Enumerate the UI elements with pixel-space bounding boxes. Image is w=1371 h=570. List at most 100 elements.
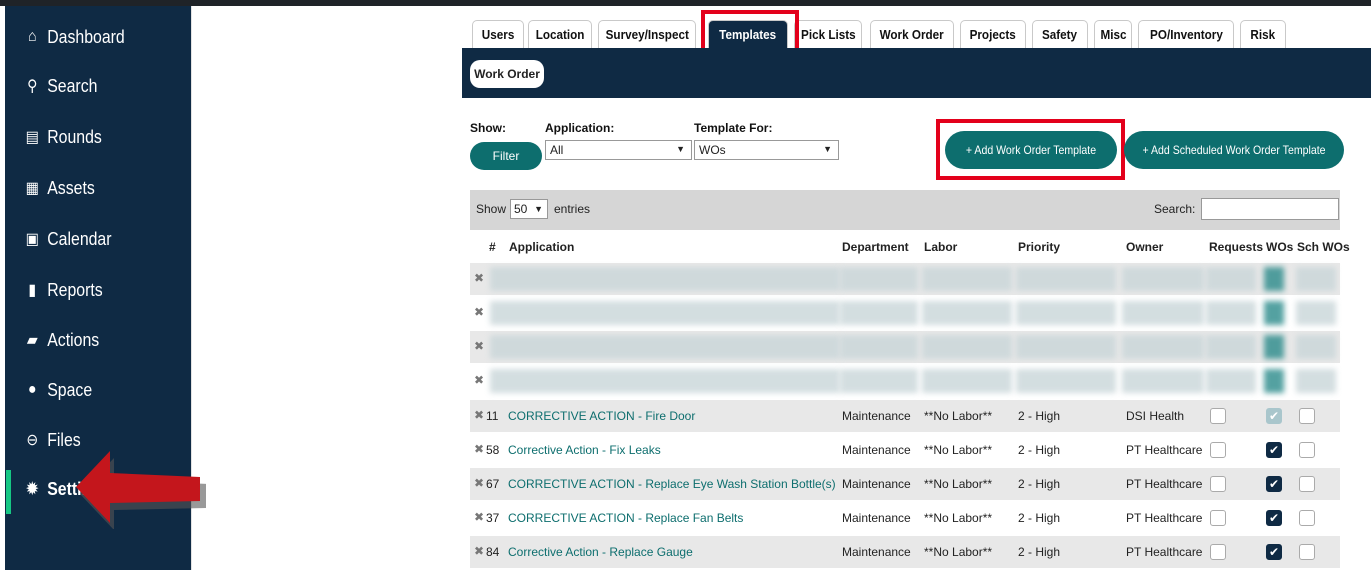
tab-survey-inspect[interactable]: Survey/Inspect — [598, 20, 696, 48]
gear-icon: ✹ — [26, 481, 39, 498]
delete-icon[interactable]: ✖ — [474, 339, 484, 353]
delete-icon[interactable]: ✖ — [474, 271, 484, 285]
table-row[interactable]: ✖ 84 Corrective Action - Replace Gauge Main… — [470, 536, 1340, 568]
checkbox-sch-wos[interactable] — [1299, 510, 1315, 526]
cell-department: Maintenance — [842, 477, 911, 491]
checkbox-sch-wos[interactable] — [1299, 408, 1315, 424]
sidebar-item-calendar[interactable]: ▣ Calendar — [5, 221, 169, 257]
delete-icon[interactable]: ✖ — [474, 408, 484, 422]
col-owner[interactable]: Owner — [1126, 240, 1163, 254]
table-row[interactable]: ✖ 37 CORRECTIVE ACTION - Replace Fan Belts… — [470, 502, 1340, 534]
redacted-cell — [490, 267, 840, 291]
sidebar-item-label: Search — [47, 75, 98, 96]
cell-labor: **No Labor** — [924, 511, 993, 525]
tab-risk[interactable]: Risk — [1240, 20, 1286, 48]
table-row[interactable]: ✖ 58 Corrective Action - Fix Leaks Maintena… — [470, 434, 1340, 466]
sidebar-item-actions[interactable]: ▰ Actions — [5, 322, 169, 358]
subtab-work-order[interactable]: Work Order — [470, 60, 544, 88]
cell-application[interactable]: CORRECTIVE ACTION - Fire Door — [508, 409, 695, 423]
filter-button[interactable]: Filter — [470, 142, 542, 170]
col-department[interactable]: Department — [842, 240, 909, 254]
tab-safety[interactable]: Safety — [1032, 20, 1088, 48]
cell-application[interactable]: Corrective Action - Replace Gauge — [508, 545, 693, 559]
sidebar-item-search[interactable]: ⚲ Search — [5, 68, 169, 104]
delete-icon[interactable]: ✖ — [474, 442, 484, 456]
sidebar-item-label: Dashboard — [47, 26, 125, 47]
table-row-redacted: ✖ — [470, 331, 1340, 363]
chevron-down-icon: ▼ — [534, 204, 543, 214]
col-application[interactable]: Application — [509, 240, 574, 254]
redacted-cell — [1296, 369, 1336, 393]
add-template-highlight — [936, 119, 1125, 180]
sidebar-item-label: Calendar — [47, 228, 112, 249]
col-priority[interactable]: Priority — [1018, 240, 1060, 254]
cell-labor: **No Labor** — [924, 443, 993, 457]
col-requests[interactable]: Requests — [1209, 240, 1263, 254]
checkbox-sch-wos[interactable] — [1299, 544, 1315, 560]
table-header: # Application Department Labor Priority … — [470, 230, 1350, 263]
tab-location[interactable]: Location — [528, 20, 592, 48]
entries-select[interactable]: 50 ▼ — [510, 199, 548, 219]
cell-application[interactable]: CORRECTIVE ACTION - Replace Eye Wash Sta… — [508, 477, 836, 491]
delete-icon[interactable]: ✖ — [474, 373, 484, 387]
table-row[interactable]: ✖ 11 CORRECTIVE ACTION - Fire Door Maintena… — [470, 400, 1340, 432]
boxes-icon: ▦ — [25, 180, 39, 197]
checkbox-wos[interactable]: ✔ — [1266, 442, 1282, 458]
redacted-cell — [840, 335, 918, 359]
table-search-input[interactable] — [1201, 198, 1339, 220]
col-labor[interactable]: Labor — [924, 240, 957, 254]
delete-icon[interactable]: ✖ — [474, 544, 484, 558]
checkbox-sch-wos[interactable] — [1299, 476, 1315, 492]
redacted-cell — [1206, 369, 1256, 393]
delete-icon[interactable]: ✖ — [474, 305, 484, 319]
sidebar-item-space[interactable]: ● Space — [5, 372, 169, 408]
checkbox-wos[interactable]: ✔ — [1266, 544, 1282, 560]
table-row[interactable]: ✖ 67 CORRECTIVE ACTION - Replace Eye Wash … — [470, 468, 1340, 500]
checkbox-sch-wos[interactable] — [1299, 442, 1315, 458]
sidebar-item-assets[interactable]: ▦ Assets — [5, 170, 169, 206]
cell-application[interactable]: Corrective Action - Fix Leaks — [508, 443, 661, 457]
tab-misc[interactable]: Misc — [1094, 20, 1132, 48]
cell-num: 37 — [486, 511, 500, 525]
tab-pick-lists[interactable]: Pick Lists — [794, 20, 862, 48]
delete-icon[interactable]: ✖ — [474, 476, 484, 490]
redacted-cell — [1016, 335, 1116, 359]
cell-owner: PT Healthcare — [1126, 443, 1203, 457]
col-num[interactable]: # — [489, 240, 496, 254]
tab-users[interactable]: Users — [472, 20, 524, 48]
col-wos[interactable]: WOs — [1266, 240, 1293, 254]
application-select[interactable]: All ▼ — [545, 140, 692, 160]
subnav-bar — [462, 48, 1371, 98]
checkbox-requests[interactable] — [1210, 544, 1226, 560]
checkbox-requests[interactable] — [1210, 510, 1226, 526]
delete-icon[interactable]: ✖ — [474, 510, 484, 524]
checkbox-wos[interactable]: ✔ — [1266, 476, 1282, 492]
tab-po-inventory[interactable]: PO/Inventory — [1138, 20, 1234, 48]
checkbox-wos[interactable]: ✔ — [1266, 408, 1282, 424]
redacted-cell — [1016, 369, 1116, 393]
tab-work-order[interactable]: Work Order — [870, 20, 954, 48]
cell-priority: 2 - High — [1018, 443, 1061, 457]
sidebar-item-label: Rounds — [47, 126, 102, 147]
tab-projects[interactable]: Projects — [960, 20, 1026, 48]
checkbox-requests[interactable] — [1210, 476, 1226, 492]
show-entries-label: Show — [476, 202, 507, 216]
sidebar-item-rounds[interactable]: ▤ Rounds — [5, 119, 169, 155]
application-value: All — [550, 143, 564, 157]
redacted-cell — [922, 267, 1012, 291]
application-label: Application: — [545, 121, 615, 135]
cell-num: 84 — [486, 545, 500, 559]
checkbox-requests[interactable] — [1210, 442, 1226, 458]
template-for-select[interactable]: WOs ▼ — [694, 140, 839, 160]
sidebar-item-dashboard[interactable]: ⌂ Dashboard — [5, 19, 169, 55]
col-sch-wos[interactable]: Sch WOs — [1297, 240, 1350, 254]
checkbox-requests[interactable] — [1210, 408, 1226, 424]
add-scheduled-work-order-template-button[interactable]: + Add Scheduled Work Order Template — [1124, 131, 1344, 169]
sidebar-item-reports[interactable]: ▮ Reports — [5, 272, 169, 308]
bar-chart-icon: ▮ — [28, 282, 37, 299]
checkbox-wos[interactable]: ✔ — [1266, 510, 1282, 526]
cell-application[interactable]: CORRECTIVE ACTION - Replace Fan Belts — [508, 511, 743, 525]
redacted-cell — [840, 267, 918, 291]
cell-priority: 2 - High — [1018, 545, 1061, 559]
redacted-cell — [490, 301, 840, 325]
